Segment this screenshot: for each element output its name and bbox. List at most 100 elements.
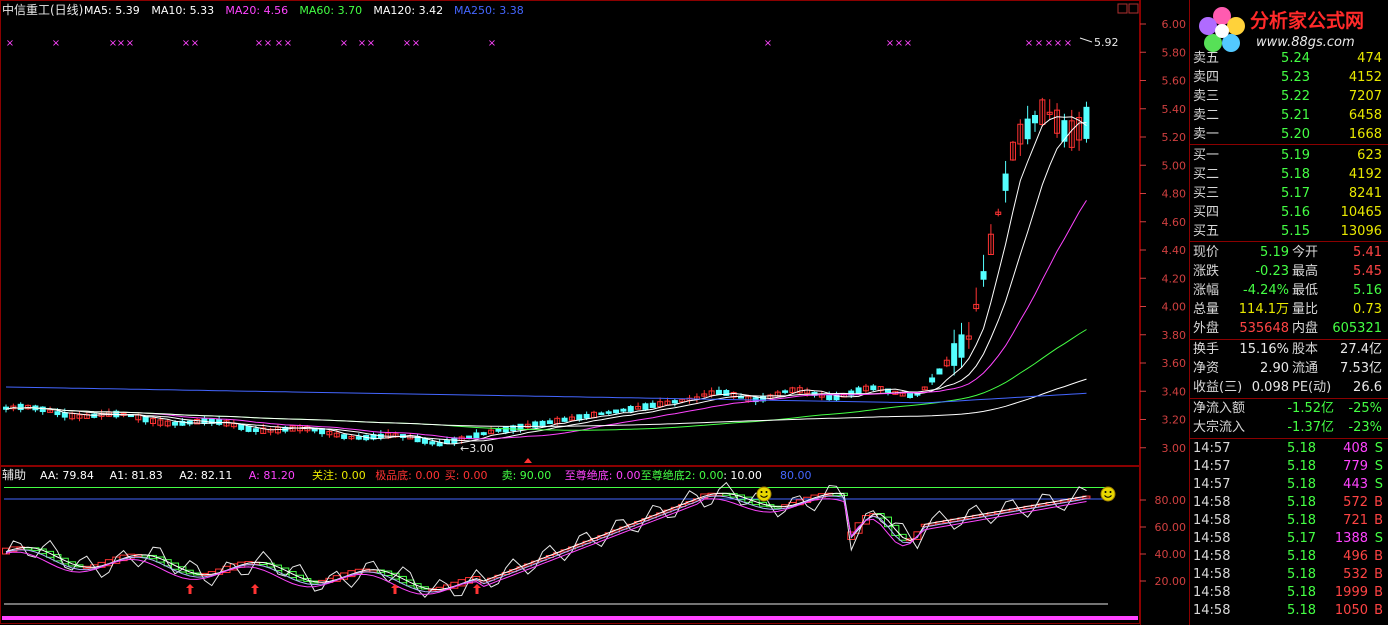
tick-row: 14:58 5.17 1388 S (1190, 530, 1386, 548)
quote-value-2: 605321 (1332, 321, 1382, 336)
kline-chart-area[interactable]: 6.00 5.80 5.60 5.40 5.20 5.00 4.80 4.60 4.40 4.20… (0, 0, 1388, 625)
quote-panel: 卖五 5.24 474 卖四 5.23 4152 卖三 5.22 7207 卖二 5.21 6458 卖… (1190, 0, 1388, 625)
candle-body (870, 385, 877, 391)
tick-side: S (1374, 531, 1383, 546)
candle-body (936, 368, 943, 375)
bid-label: 买五 (1193, 224, 1220, 239)
candle-body (907, 392, 914, 398)
candle-body (546, 420, 553, 425)
tick-row: 14:58 5.18 721 B (1190, 512, 1386, 530)
price-axis-label: 3.20 (1162, 414, 1187, 427)
ask-label: 卖四 (1193, 70, 1220, 85)
quote-label-2: 量比 (1292, 302, 1319, 317)
tick-price: 5.18 (1287, 549, 1316, 564)
quote-label: 总量 (1193, 302, 1220, 317)
candle-body (782, 390, 789, 393)
quote-value-2: 5.41 (1353, 245, 1382, 260)
indicator-legend-item: 80.00 (780, 469, 812, 482)
tick-time: 14:57 (1193, 441, 1231, 456)
ma-legend-item: MA60: 3.70 (299, 4, 362, 17)
tick-volume: 1999 (1334, 585, 1368, 600)
indicator-legend-item: AA: 79.84 (40, 469, 94, 482)
tick-row: 14:58 5.18 572 B (1190, 494, 1386, 512)
candle-body (238, 424, 245, 430)
bid-row: 买一 5.19 623 (1190, 146, 1386, 165)
smiley-eye (760, 491, 763, 493)
bid-volume: 13096 (1340, 224, 1382, 239)
candle-body (1061, 120, 1068, 142)
quote-row: 净资 2.90 流通 7.53亿 (1190, 359, 1386, 378)
quote-label-2: PE(动) (1292, 380, 1332, 395)
bid-label: 买四 (1193, 205, 1220, 220)
price-axis-label: 4.20 (1162, 272, 1187, 285)
sell-signal-mark: × (358, 38, 366, 49)
tick-price: 5.18 (1287, 441, 1316, 456)
candle-body (583, 413, 590, 419)
candle-body (958, 334, 965, 358)
quote-value: 5.19 (1260, 245, 1289, 260)
buy-arrow-icon (251, 584, 259, 594)
sell-signal-mark: × (126, 38, 134, 49)
candle-body (649, 402, 656, 408)
bid-price: 5.16 (1281, 205, 1310, 220)
sell-signal-mark: × (904, 38, 912, 49)
ask-row: 卖一 5.20 1668 (1190, 125, 1386, 144)
bid-price: 5.15 (1281, 224, 1310, 239)
indicator-axis-label: 40.00 (1155, 548, 1187, 561)
smiley-eye (1104, 491, 1107, 493)
tick-time: 14:58 (1193, 549, 1231, 564)
indicator-legend-item: 极品底: 0.00 (375, 468, 440, 482)
tick-side: S (1374, 477, 1383, 492)
a-line (5, 498, 1087, 595)
ask-volume: 4152 (1348, 70, 1382, 85)
candle-body (598, 412, 605, 416)
ask-label: 卖五 (1193, 51, 1220, 66)
quote-row: 换手 15.16% 股本 27.4亿 (1190, 340, 1386, 359)
ma-legend-item: MA5: 5.39 (84, 4, 140, 17)
sell-signal-mark: × (1064, 38, 1072, 49)
bid-price: 5.17 (1281, 186, 1310, 201)
tick-time: 14:58 (1193, 513, 1231, 528)
quote-label-2: 最高 (1292, 264, 1319, 279)
sell-signal-mark: × (182, 38, 190, 49)
candlestick-series (3, 97, 1090, 447)
tick-volume: 408 (1343, 441, 1368, 456)
ma-legend-item: MA120: 3.42 (373, 4, 443, 17)
quote-label: 现价 (1193, 245, 1220, 260)
candle-body (855, 387, 862, 394)
indicator-axis-label: 80.00 (1155, 494, 1187, 507)
price-axis-label: 3.40 (1162, 385, 1187, 398)
candle-body (172, 421, 179, 426)
price-axis-label: 4.00 (1162, 301, 1187, 314)
quote-value-2: 5.16 (1353, 283, 1382, 298)
candle-body (61, 412, 68, 418)
candle-body (561, 417, 568, 422)
sell-signal-mark: × (191, 38, 199, 49)
ma-legend-item: MA250: 3.38 (454, 4, 524, 17)
tick-price: 5.18 (1287, 495, 1316, 510)
price-axis-label: 4.60 (1162, 216, 1187, 229)
ask-volume: 6458 (1348, 108, 1382, 123)
indicator-axis-label: 20.00 (1155, 575, 1187, 588)
bid-row: 买二 5.18 4192 (1190, 165, 1386, 184)
tick-row: 14:58 5.18 1050 B (1190, 602, 1386, 620)
sell-signal-mark: × (1035, 38, 1043, 49)
candle-body (245, 425, 252, 432)
candle-body (715, 389, 722, 395)
tick-volume: 1050 (1334, 603, 1368, 618)
candle-body (502, 426, 509, 433)
smiley-icon (756, 486, 772, 502)
ask-row: 卖二 5.21 6458 (1190, 106, 1386, 125)
quote-label: 收益(三) (1193, 380, 1243, 395)
candle-body (480, 432, 487, 436)
flow-amount: -1.37亿 (1287, 420, 1334, 435)
quote-value-2: 0.73 (1353, 302, 1382, 317)
tick-price: 5.18 (1287, 585, 1316, 600)
bid-price: 5.19 (1281, 148, 1310, 163)
sell-signal-mark: × (764, 38, 772, 49)
quote-value: -0.23 (1255, 264, 1289, 279)
flow-pct: -25% (1348, 401, 1382, 416)
sell-signal-mark: × (6, 38, 14, 49)
quote-divider (1190, 241, 1388, 242)
quote-value: 114.1万 (1238, 302, 1289, 317)
